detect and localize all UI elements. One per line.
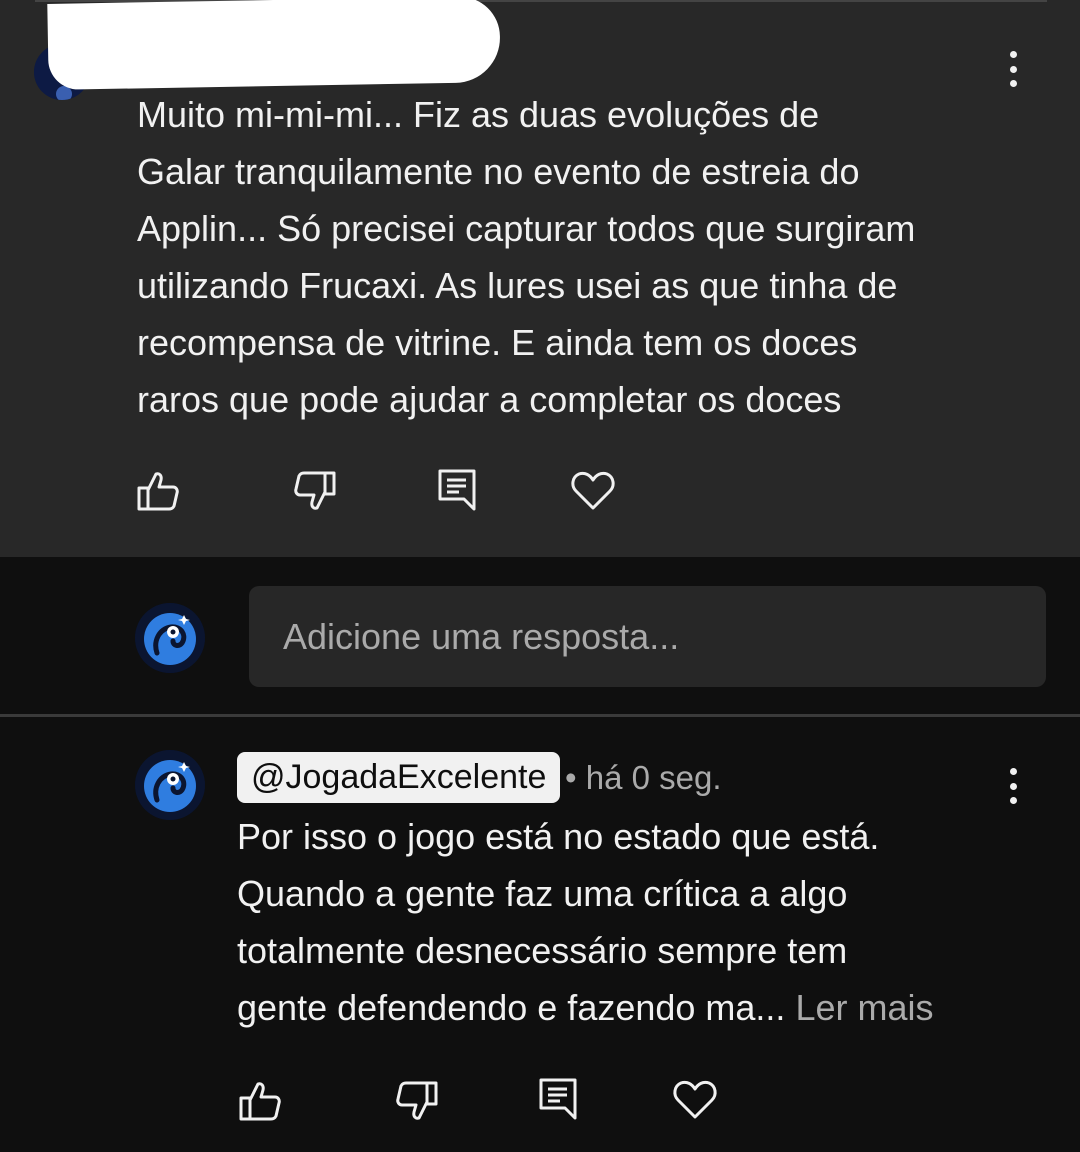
reply-input[interactable] [249, 586, 1046, 687]
reply-icon[interactable] [535, 1076, 581, 1122]
author-handle[interactable]: @JogadaExcelente [237, 752, 561, 803]
avatar[interactable] [135, 750, 205, 820]
reply-icon[interactable] [434, 467, 480, 513]
heart-icon[interactable] [672, 1076, 718, 1122]
timestamp: • há 0 seg. [565, 759, 722, 796]
dislike-icon[interactable] [394, 1078, 440, 1124]
comment-text: Muito mi-mi-mi... Fiz as duas evoluções … [137, 94, 916, 420]
highlighted-comment: Muito mi-mi-mi... Fiz as duas evoluções … [0, 0, 1080, 557]
divider [0, 714, 1080, 717]
like-icon[interactable] [237, 1078, 283, 1124]
reply-text: Por isso o jogo está no estado que está.… [237, 816, 880, 1028]
more-options-icon[interactable] [1001, 764, 1025, 808]
reply-text-block: Por isso o jogo está no estado que está.… [237, 808, 934, 1036]
avatar[interactable] [135, 603, 205, 673]
dislike-icon[interactable] [292, 468, 338, 514]
redacted-username [47, 0, 501, 90]
more-options-icon[interactable] [1001, 47, 1025, 91]
read-more-link[interactable]: Ler mais [795, 987, 933, 1028]
like-icon[interactable] [135, 468, 181, 514]
heart-icon[interactable] [570, 467, 616, 513]
